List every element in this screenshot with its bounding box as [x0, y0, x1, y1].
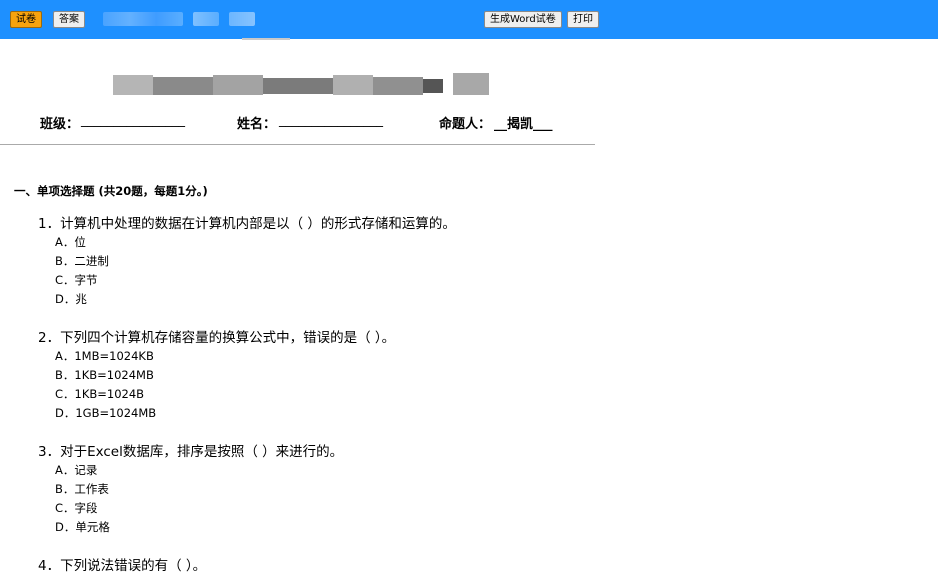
option-b: B．1KB=1024MB	[55, 368, 154, 382]
name-label: 姓名：	[237, 117, 277, 132]
top-toolbar: 试卷 答案 生成Word试卷 打印	[0, 0, 938, 39]
answer-button[interactable]: 答案	[53, 11, 85, 28]
class-label: 班级：	[40, 117, 80, 132]
option-d: D．单元格	[55, 520, 110, 534]
class-blank: ________________	[81, 113, 185, 128]
exam-button[interactable]: 试卷	[10, 11, 42, 28]
header-divider	[0, 144, 595, 145]
generate-word-button[interactable]: 生成Word试卷	[484, 11, 562, 28]
question-3: 3．对于Excel数据库，排序是按照（ ）来进行的。 A．记录 B．工作表 C．…	[38, 443, 343, 537]
question-1: 1．计算机中处理的数据在计算机内部是以（ ）的形式存储和运算的。 A．位 B．二…	[38, 215, 456, 309]
print-button[interactable]: 打印	[567, 11, 599, 28]
option-d: D．兆	[55, 292, 87, 306]
question-stem: 1．计算机中处理的数据在计算机内部是以（ ）的形式存储和运算的。	[38, 216, 456, 232]
option-b: B．二进制	[55, 254, 109, 268]
option-a: A．1MB=1024KB	[55, 349, 154, 363]
question-stem: 3．对于Excel数据库，排序是按照（ ）来进行的。	[38, 444, 344, 460]
option-d: D．1GB=1024MB	[55, 406, 157, 420]
question-2: 2．下列四个计算机存储容量的换算公式中，错误的是（ ）。 A．1MB=1024K…	[38, 329, 395, 423]
section-title: 一、单项选择题 (共20题，每题1分。)	[14, 184, 208, 198]
option-c: C．字节	[55, 273, 98, 287]
name-blank: ________________	[279, 113, 383, 128]
author-value: __揭凯___	[494, 117, 553, 132]
option-b: B．工作表	[55, 482, 109, 496]
question-stem: 2．下列四个计算机存储容量的换算公式中，错误的是（ ）。	[38, 330, 396, 346]
obscured-fragment	[242, 38, 290, 40]
option-c: C．字段	[55, 501, 98, 515]
option-a: A．记录	[55, 463, 98, 477]
author-label: 命题人：	[439, 117, 492, 132]
option-c: C．1KB=1024B	[55, 387, 145, 401]
question-stem: 4．下列说法错误的有（ ）。	[38, 558, 207, 574]
exam-header: 班级： ________________ 姓名： _______________…	[0, 113, 600, 135]
option-a: A．位	[55, 235, 86, 249]
question-4: 4．下列说法错误的有（ ）。	[38, 557, 206, 575]
obscured-paper-title	[113, 73, 489, 97]
